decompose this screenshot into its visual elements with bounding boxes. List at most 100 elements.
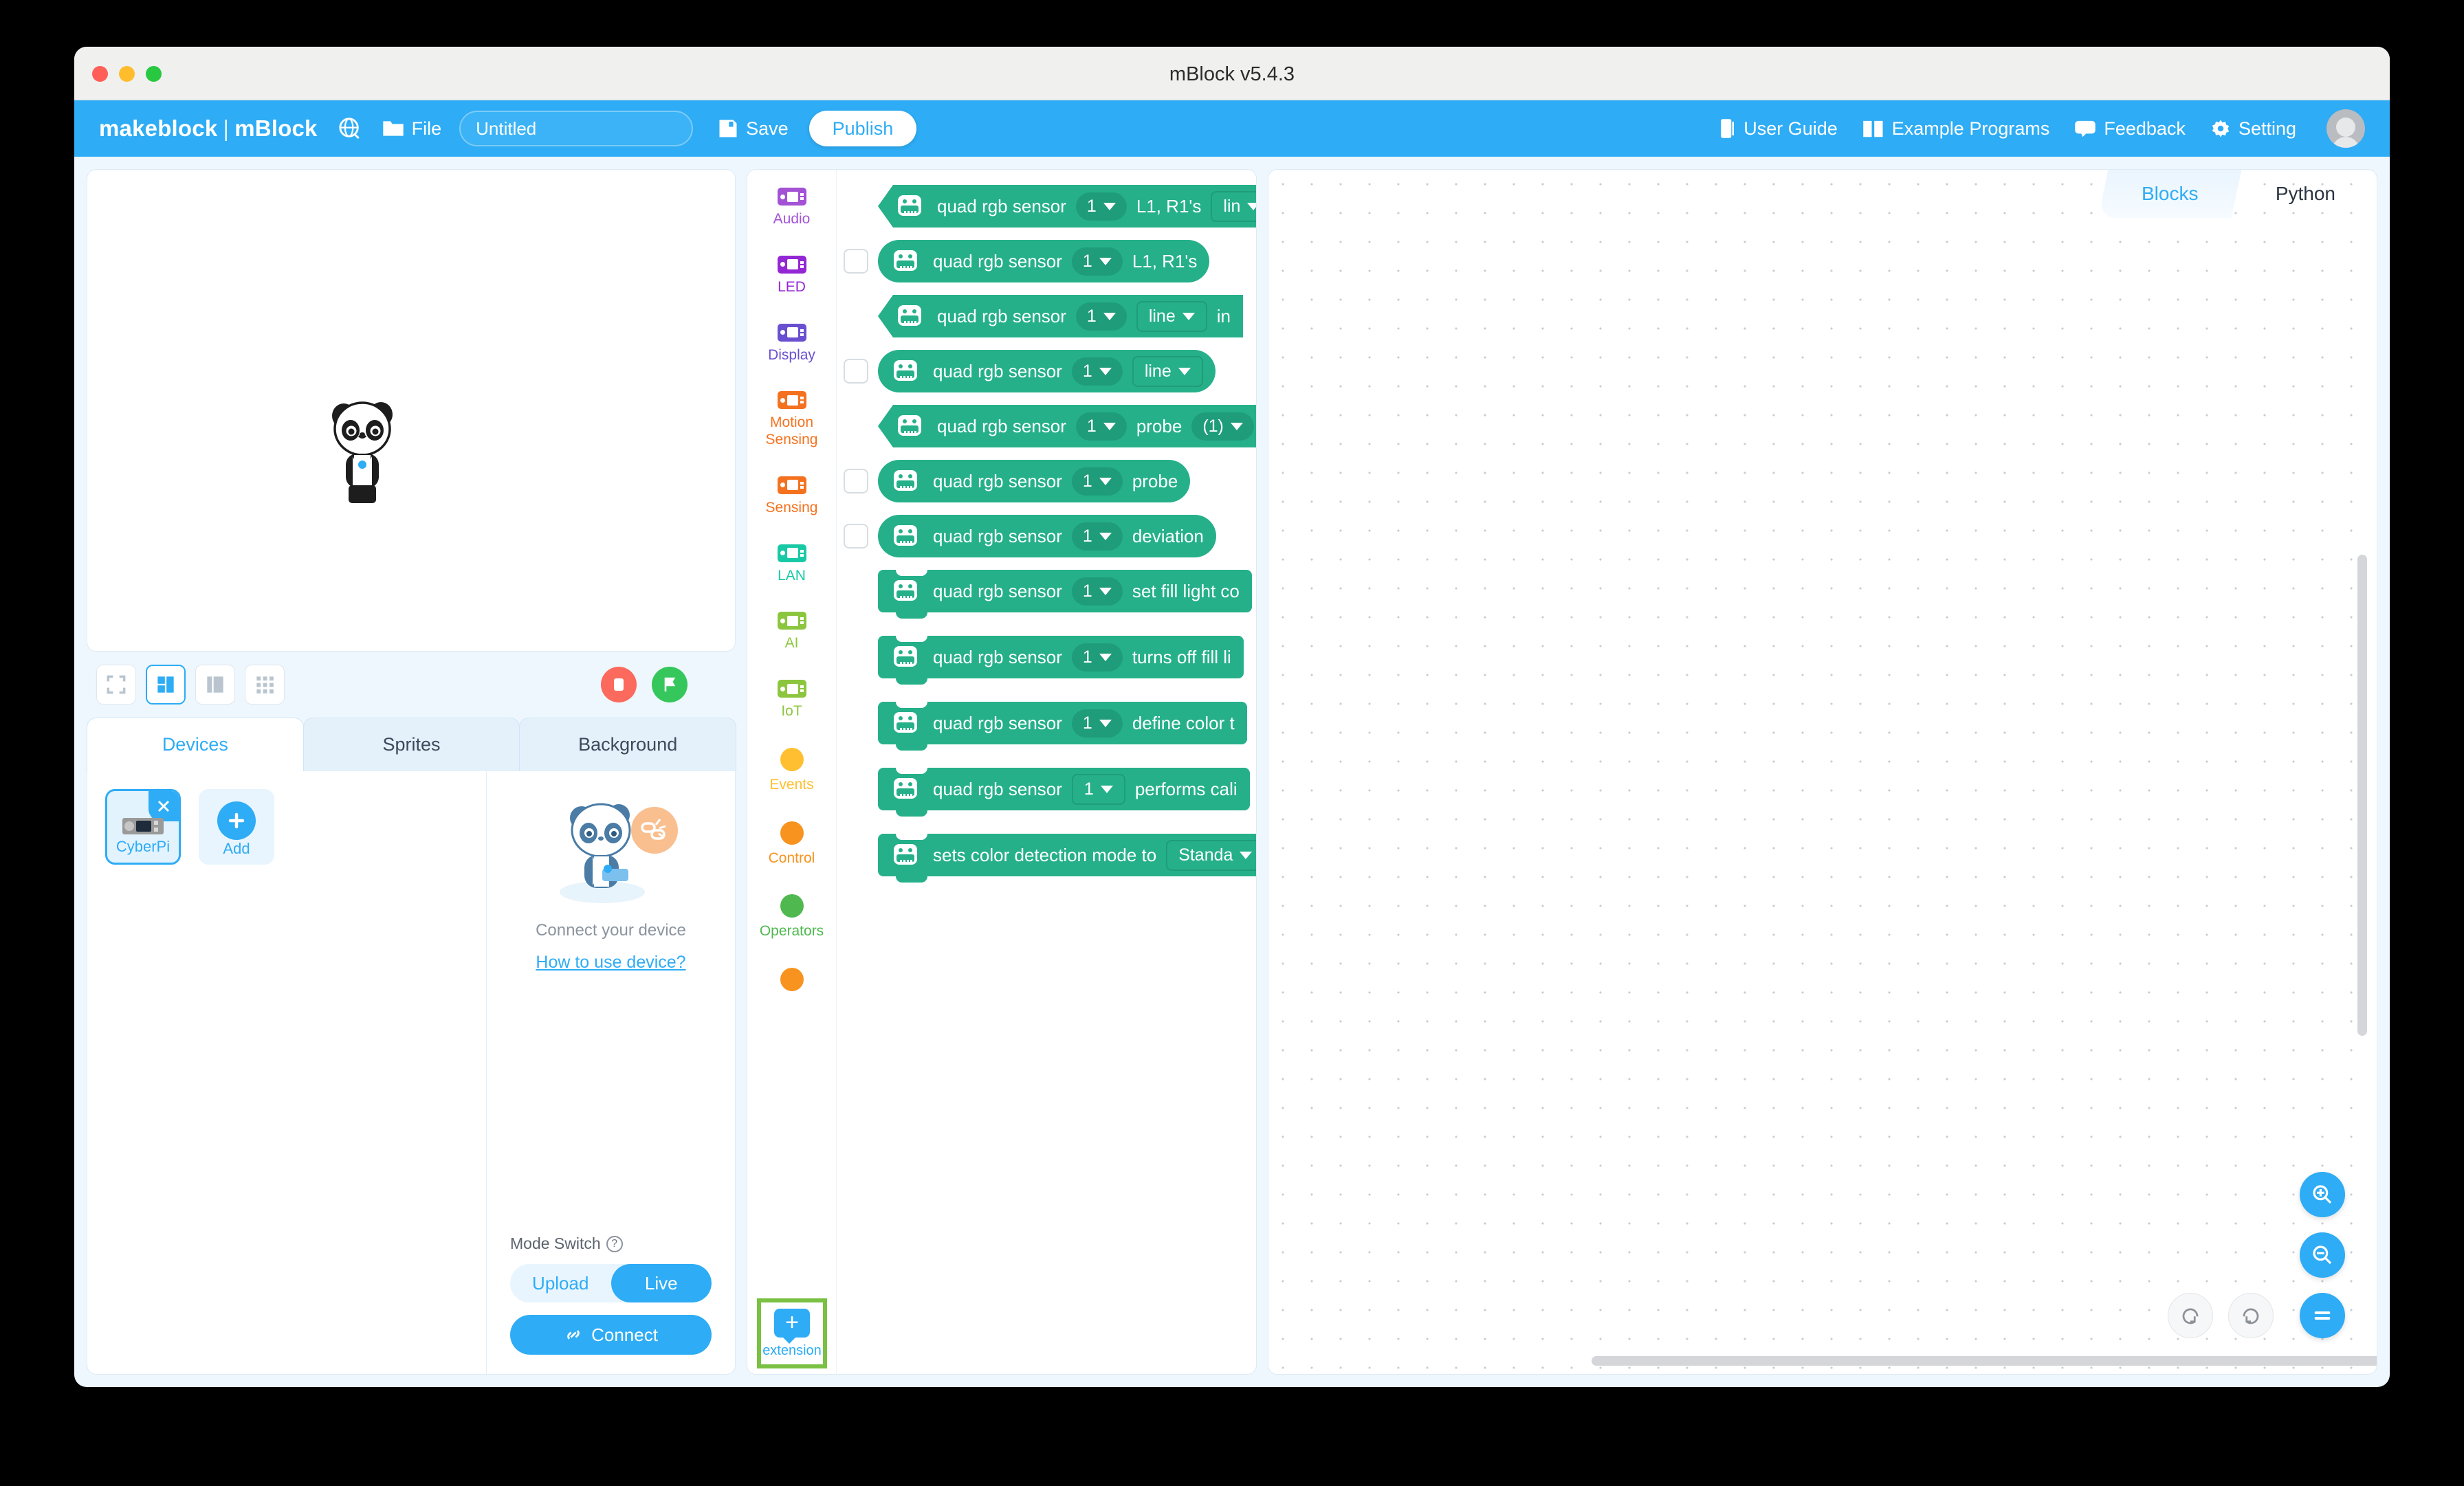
- extension-button[interactable]: + extension: [757, 1298, 827, 1368]
- category-control[interactable]: Control: [747, 821, 836, 867]
- stage-area[interactable]: [87, 169, 736, 652]
- redo-button[interactable]: [2228, 1293, 2274, 1338]
- palette-block[interactable]: sets color detection mode to Standa: [878, 834, 1256, 883]
- window-title: mBlock v5.4.3: [1169, 63, 1295, 85]
- stop-button[interactable]: [601, 667, 637, 702]
- grid-view-button[interactable]: [245, 665, 285, 705]
- panda-sprite[interactable]: [321, 393, 404, 510]
- device-card-cyberpi[interactable]: CyberPi: [105, 789, 181, 865]
- category-lan[interactable]: LAN: [747, 544, 836, 585]
- save-button[interactable]: Save: [718, 118, 789, 140]
- user-avatar[interactable]: [2326, 109, 2365, 148]
- category-iot[interactable]: IoT: [747, 680, 836, 720]
- block-dropdown[interactable]: 1: [1075, 302, 1127, 331]
- zoom-out-button[interactable]: [2300, 1232, 2345, 1278]
- mode-switch-toggle[interactable]: Upload Live: [510, 1264, 712, 1302]
- block-text: quad rgb sensor: [933, 580, 1062, 601]
- palette-block[interactable]: quad rgb sensor 1 probe: [878, 460, 1191, 502]
- palette-block[interactable]: quad rgb sensor 1 set fill light co: [878, 570, 1252, 619]
- canvas-horizontal-scrollbar[interactable]: [1592, 1356, 2377, 1366]
- block-dropdown[interactable]: lin: [1211, 190, 1256, 222]
- connect-button[interactable]: Connect: [510, 1315, 712, 1355]
- block-dropdown[interactable]: line: [1136, 300, 1207, 332]
- block-dropdown[interactable]: 1: [1075, 412, 1127, 441]
- block-dropdown[interactable]: 1: [1071, 467, 1123, 496]
- block-monitor-checkbox[interactable]: [844, 524, 868, 548]
- file-menu-button[interactable]: File: [382, 118, 441, 140]
- chevron-down-icon: [1240, 851, 1253, 859]
- canvas-dot-grid: [1268, 170, 2377, 1374]
- palette-block[interactable]: quad rgb sensor 1 deviation: [878, 515, 1216, 557]
- block-dropdown-value: 1: [1082, 251, 1092, 271]
- palette-block[interactable]: quad rgb sensor 1 line: [878, 350, 1216, 392]
- palette-block[interactable]: quad rgb sensor 1 turns off fill li: [878, 636, 1244, 685]
- example-programs-button[interactable]: Example Programs: [1862, 118, 2049, 140]
- block-dropdown[interactable]: 1: [1071, 577, 1123, 606]
- publish-button[interactable]: Publish: [808, 111, 917, 146]
- device-list: CyberPi Add: [87, 771, 486, 1374]
- block-monitor-checkbox[interactable]: [844, 249, 868, 274]
- tab-python[interactable]: Python: [2237, 170, 2374, 218]
- tab-background[interactable]: Background: [519, 718, 737, 771]
- block-dropdown[interactable]: line: [1132, 355, 1203, 387]
- category-events[interactable]: Events: [747, 747, 836, 794]
- palette-block[interactable]: quad rgb sensor 1 L1, R1's lin: [878, 185, 1256, 228]
- chevron-down-icon: [1099, 477, 1112, 485]
- project-name-input[interactable]: Untitled: [459, 111, 694, 146]
- category-ai[interactable]: AI: [747, 612, 836, 652]
- block-dropdown[interactable]: 1: [1071, 357, 1123, 386]
- tab-devices[interactable]: Devices: [87, 718, 304, 771]
- code-canvas[interactable]: Blocks Python: [1268, 169, 2377, 1375]
- category-led[interactable]: LED: [747, 255, 836, 296]
- block-dropdown[interactable]: 1: [1071, 773, 1125, 805]
- category-operators[interactable]: Operators: [747, 894, 836, 940]
- palette-block[interactable]: quad rgb sensor 1 line in: [878, 295, 1243, 337]
- how-to-use-device-link[interactable]: How to use device?: [536, 953, 685, 973]
- large-stage-view-button[interactable]: [195, 665, 235, 705]
- quad-rgb-sensor-icon: [894, 646, 917, 667]
- zoom-reset-button[interactable]: [2300, 1293, 2345, 1338]
- category-display[interactable]: Display: [747, 323, 836, 364]
- add-device-button[interactable]: Add: [199, 789, 274, 865]
- palette-block-row: quad rgb sensor 1 define color t: [844, 702, 1256, 751]
- block-dropdown[interactable]: 1: [1071, 709, 1123, 738]
- category-ball-icon: [780, 894, 804, 918]
- category-label: Events: [769, 776, 814, 792]
- language-globe-button[interactable]: [338, 117, 362, 140]
- setting-button[interactable]: Setting: [2210, 118, 2296, 140]
- block-dropdown[interactable]: 1: [1071, 643, 1123, 672]
- block-monitor-checkbox[interactable]: [844, 359, 868, 384]
- palette-block[interactable]: quad rgb sensor 1 define color t: [878, 702, 1247, 751]
- feedback-button[interactable]: Feedback: [2074, 118, 2186, 140]
- block-text: probe: [1136, 415, 1182, 436]
- mode-option-upload[interactable]: Upload: [510, 1264, 611, 1302]
- undo-button[interactable]: [2168, 1293, 2213, 1338]
- category-audio[interactable]: Audio: [747, 188, 836, 228]
- category-sensing[interactable]: Sensing: [747, 476, 836, 517]
- green-flag-button[interactable]: [652, 667, 688, 702]
- palette-block[interactable]: quad rgb sensor 1 probe (1): [878, 405, 1256, 447]
- palette-block[interactable]: quad rgb sensor 1 performs cali: [878, 768, 1250, 817]
- left-column: Devices Sprites Background CyberPi Add C…: [87, 169, 737, 1375]
- user-guide-button[interactable]: User Guide: [1718, 118, 1838, 140]
- fullscreen-view-button[interactable]: [96, 665, 136, 705]
- help-icon[interactable]: ?: [606, 1235, 623, 1252]
- category-item-11[interactable]: [747, 968, 836, 997]
- block-dropdown[interactable]: 1: [1075, 192, 1127, 221]
- tab-sprites[interactable]: Sprites: [302, 718, 520, 771]
- mode-option-live[interactable]: Live: [610, 1264, 712, 1302]
- category-ball-icon: [780, 821, 804, 845]
- small-stage-view-button[interactable]: [146, 665, 186, 705]
- block-dropdown[interactable]: 1: [1071, 522, 1123, 551]
- block-dropdown[interactable]: Standa: [1166, 839, 1256, 871]
- tab-blocks[interactable]: Blocks: [2098, 170, 2243, 218]
- palette-block[interactable]: quad rgb sensor 1 L1, R1's: [878, 240, 1210, 282]
- canvas-vertical-scrollbar[interactable]: [2357, 555, 2367, 1036]
- zoom-in-button[interactable]: [2300, 1172, 2345, 1217]
- block-monitor-checkbox[interactable]: [844, 469, 868, 494]
- block-text: quad rgb sensor: [937, 305, 1066, 326]
- block-dropdown[interactable]: 1: [1071, 247, 1123, 276]
- chevron-down-icon: [1182, 312, 1195, 320]
- category-motion-sensing[interactable]: Motion Sensing: [747, 391, 836, 449]
- block-dropdown[interactable]: (1): [1191, 412, 1254, 441]
